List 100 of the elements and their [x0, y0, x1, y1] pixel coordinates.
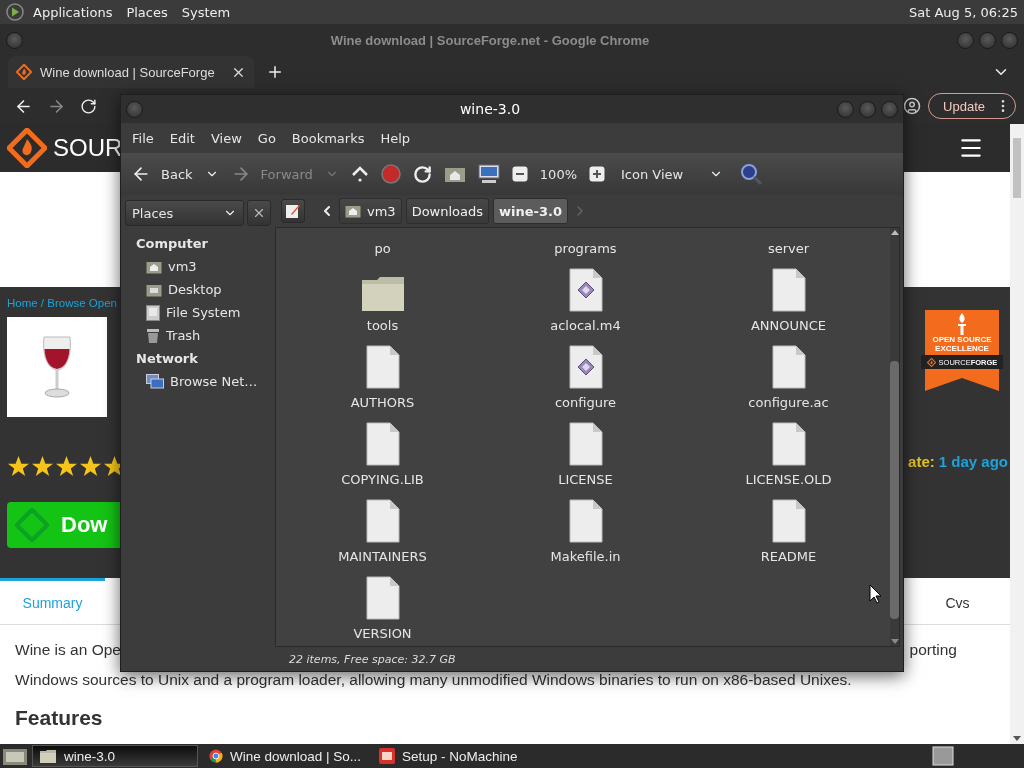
directory-entry[interactable]: configure	[484, 333, 687, 410]
clock: Sat Aug 5, 06:25	[909, 4, 1018, 20]
zoom-out-icon[interactable]	[511, 166, 528, 182]
directory-entry[interactable]: MAINTAINERS	[281, 487, 484, 564]
reload-icon[interactable]	[80, 97, 97, 115]
cursor-icon	[869, 584, 882, 604]
scroll-down-icon[interactable]	[890, 639, 899, 644]
star-icon	[7, 455, 30, 478]
file-icon	[770, 345, 807, 389]
home-folder-icon[interactable]	[443, 165, 466, 183]
folder-icon	[39, 748, 57, 764]
section-heading: Features	[15, 705, 104, 730]
directory-entry[interactable]: COPYING.LIB	[281, 410, 484, 487]
file-name: configure	[554, 395, 617, 410]
new-tab-icon[interactable]	[266, 63, 284, 81]
browser-tab[interactable]: Wine download | SourceForge	[8, 56, 254, 88]
taskbar-item[interactable]: Setup - NoMachine	[372, 745, 538, 767]
file-icon	[770, 268, 807, 312]
directory-entry[interactable]: Makefile.in	[484, 487, 687, 564]
menu-item[interactable]: Applications	[28, 4, 118, 20]
directory-entry[interactable]: configure.ac	[687, 333, 890, 410]
directory-entry[interactable]: programs	[484, 235, 687, 256]
path-crumb[interactable]: Downloads	[405, 198, 490, 224]
window-title: Wine download | SourceForge.net - Google Chrome	[329, 32, 651, 48]
sidebar-item[interactable]: Desktop	[136, 278, 271, 301]
file-name: LICENSE	[558, 472, 613, 487]
scrollbar-thumb[interactable]	[1013, 138, 1021, 198]
logo-icon	[7, 128, 47, 168]
home-folder-icon	[345, 204, 361, 218]
desktop-folder-icon	[146, 282, 162, 297]
directory-entry[interactable]: AUTHORS	[281, 333, 484, 410]
taskbar-item[interactable]: wine-3.0	[32, 745, 198, 767]
directory-entry[interactable]: VERSION	[281, 564, 484, 641]
file-name: MAINTAINERS	[338, 549, 427, 564]
page-tab[interactable]: Cvs	[905, 578, 1010, 624]
logo-text: SOUR	[53, 134, 123, 162]
path-crumb[interactable]: wine-3.0	[493, 198, 568, 224]
star-icon	[55, 455, 78, 478]
profile-icon[interactable]	[903, 97, 922, 115]
sidebar-label: vm3	[168, 259, 197, 274]
search-icon[interactable]	[739, 162, 763, 186]
path-crumb[interactable]: vm3	[339, 198, 402, 224]
directory-entry[interactable]: tools	[281, 256, 484, 333]
brand-icon	[926, 357, 936, 367]
sidebar-item[interactable]: Browse Net…	[136, 370, 271, 393]
file-name: VERSION	[353, 626, 412, 641]
menu-item[interactable]: Help	[372, 130, 419, 146]
app-icon	[379, 748, 395, 764]
zoom-level: 100%	[539, 166, 577, 182]
scroll-up-icon[interactable]	[890, 230, 899, 235]
drive-icon	[146, 304, 160, 321]
menu-item[interactable]: System	[176, 4, 236, 20]
zoom-in-icon[interactable]	[589, 166, 605, 182]
up-icon[interactable]	[350, 165, 369, 183]
sidebar-selector[interactable]: Places	[125, 200, 244, 226]
star-icon	[31, 455, 54, 478]
sidebar-label: Trash	[166, 328, 201, 343]
view-mode-dropdown[interactable]: Icon View	[617, 166, 727, 182]
menu-item[interactable]: Edit	[161, 130, 203, 146]
directory-entry[interactable]: po	[281, 235, 484, 256]
show-desktop-icon[interactable]	[2, 746, 28, 766]
directory-entry[interactable]: LICENSE.OLD	[687, 410, 890, 487]
menu-item[interactable]: Places	[121, 4, 173, 20]
scrollbar[interactable]	[890, 228, 899, 646]
directory-entry[interactable]: aclocal.m4	[484, 256, 687, 333]
back-button[interactable]: Back	[131, 164, 193, 184]
close-icon	[252, 206, 266, 220]
breadcrumb[interactable]: Home / Browse Open	[7, 295, 117, 311]
file-icon	[770, 422, 807, 466]
close-sidebar-button[interactable]	[247, 200, 271, 226]
reload-icon[interactable]	[412, 164, 432, 184]
menu-item[interactable]: Bookmarks	[283, 130, 373, 146]
file-name: server	[767, 241, 810, 256]
menu-item[interactable]: File	[124, 130, 162, 146]
directory-entry[interactable]: LICENSE	[484, 410, 687, 487]
directory-entry[interactable]: README	[687, 487, 890, 564]
sidebar-item[interactable]: vm3	[136, 255, 271, 278]
logo-icon[interactable]	[6, 3, 24, 21]
sidebar-item[interactable]: Trash	[136, 324, 271, 347]
file-name: po	[374, 241, 391, 256]
stop-icon[interactable]	[380, 164, 401, 184]
scrollbar[interactable]	[1010, 124, 1024, 744]
directory-entry[interactable]: server	[687, 235, 890, 256]
script-file-icon	[567, 268, 604, 312]
computer-icon[interactable]	[477, 164, 500, 184]
menu-item[interactable]: Go	[249, 130, 284, 146]
directory-entry[interactable]: ANNOUNCE	[687, 256, 890, 333]
window-title: wine-3.0	[458, 101, 522, 117]
menu-item[interactable]: View	[202, 130, 250, 146]
file-icon	[364, 576, 401, 620]
sidebar-item[interactable]: File System	[136, 301, 271, 324]
scroll-down-icon[interactable]	[1013, 736, 1021, 742]
file-name: tools	[366, 318, 399, 333]
favicon-icon	[16, 64, 32, 80]
edit-location-button[interactable]	[281, 199, 305, 223]
file-name: AUTHORS	[350, 395, 415, 410]
file-name: README	[760, 549, 817, 564]
taskbar-item[interactable]: Wine download | So...	[202, 745, 368, 767]
file-icon	[567, 499, 604, 543]
wine-glass-icon	[40, 335, 74, 399]
